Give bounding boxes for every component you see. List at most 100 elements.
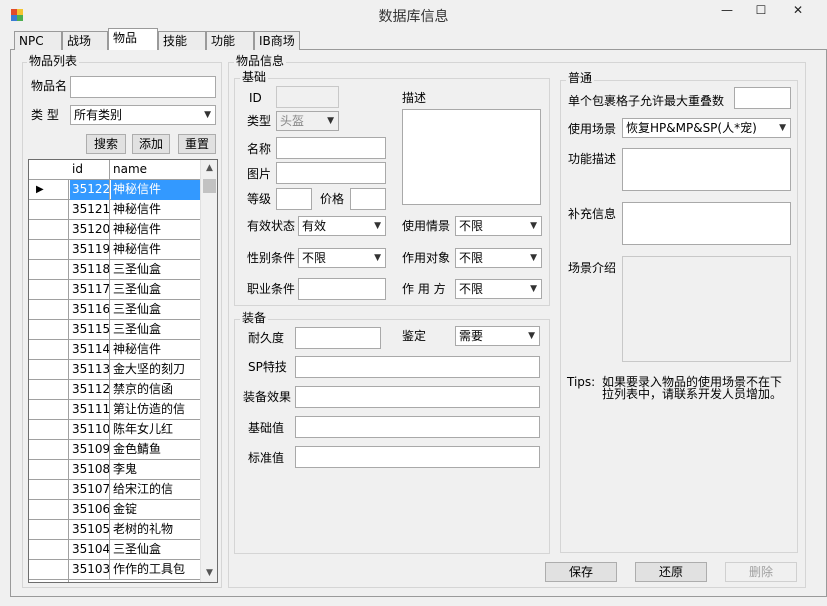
- scroll-down-icon[interactable]: ▼: [201, 565, 217, 582]
- base-value-field[interactable]: [295, 416, 540, 438]
- close-button[interactable]: ✕: [778, 0, 818, 22]
- cell-name[interactable]: 给宋江的信: [111, 480, 200, 500]
- column-header-name[interactable]: name: [111, 160, 200, 180]
- extra-info-textarea[interactable]: [622, 202, 791, 245]
- durability-field[interactable]: [295, 327, 381, 349]
- tab-skills[interactable]: 技能: [158, 31, 206, 50]
- cell-name[interactable]: 第让仿造的信: [111, 400, 200, 420]
- func-desc-textarea[interactable]: [622, 148, 791, 191]
- target-select[interactable]: 不限 ▼: [455, 248, 542, 268]
- cell-name[interactable]: 李鬼: [111, 460, 200, 480]
- grid-scrollbar[interactable]: ▲ ▼: [200, 160, 217, 582]
- restore-button[interactable]: 还原: [635, 562, 707, 582]
- cell-id[interactable]: 35106: [70, 500, 110, 520]
- sp-skill-field[interactable]: [295, 356, 540, 378]
- scroll-thumb[interactable]: [203, 179, 216, 193]
- cell-id[interactable]: 35108: [70, 460, 110, 480]
- table-row[interactable]: 35113 金大坚的刻刀: [29, 360, 200, 380]
- cell-name[interactable]: 三圣仙盒: [111, 260, 200, 280]
- cell-name[interactable]: 金大坚的刻刀: [111, 360, 200, 380]
- identify-select[interactable]: 需要 ▼: [455, 326, 540, 346]
- cell-name[interactable]: 三圣仙盒: [111, 320, 200, 340]
- cell-id[interactable]: 35103: [70, 560, 110, 580]
- image-field[interactable]: [276, 162, 386, 184]
- cell-name[interactable]: 神秘信件: [111, 220, 200, 240]
- add-button[interactable]: 添加: [132, 134, 170, 154]
- max-stack-field[interactable]: [734, 87, 791, 109]
- column-header-id[interactable]: id: [70, 160, 110, 180]
- table-row[interactable]: 35116 三圣仙盒: [29, 300, 200, 320]
- table-row[interactable]: 35107 给宋江的信: [29, 480, 200, 500]
- cell-id[interactable]: 35116: [70, 300, 110, 320]
- cell-name[interactable]: 三圣仙盒: [111, 300, 200, 320]
- tab-battlefield[interactable]: 战场: [62, 31, 108, 50]
- use-scene-general-select[interactable]: 恢复HP&MP&SP(人*宠) ▼: [622, 118, 791, 138]
- valid-status-select[interactable]: 有效 ▼: [298, 216, 386, 236]
- reset-button[interactable]: 重置: [178, 134, 216, 154]
- cell-id[interactable]: 35109: [70, 440, 110, 460]
- table-row[interactable]: 35108 李鬼: [29, 460, 200, 480]
- table-row[interactable]: 35122 神秘信件: [29, 180, 200, 200]
- tab-functions[interactable]: 功能: [206, 31, 254, 50]
- table-row[interactable]: 35121 神秘信件: [29, 200, 200, 220]
- table-row[interactable]: 35120 神秘信件: [29, 220, 200, 240]
- table-row[interactable]: 35111 第让仿造的信: [29, 400, 200, 420]
- cell-id[interactable]: 35117: [70, 280, 110, 300]
- cell-name[interactable]: 金锭: [111, 500, 200, 520]
- table-row[interactable]: 35110 陈年女儿红: [29, 420, 200, 440]
- standard-value-field[interactable]: [295, 446, 540, 468]
- cell-id[interactable]: 35105: [70, 520, 110, 540]
- cell-id[interactable]: 35122: [70, 180, 110, 200]
- cell-id[interactable]: 35121: [70, 200, 110, 220]
- cell-name[interactable]: 神秘信件: [111, 240, 200, 260]
- item-type-select[interactable]: 所有类别 ▼: [70, 105, 216, 125]
- tab-items[interactable]: 物品: [108, 28, 158, 50]
- cell-name[interactable]: 三圣仙盒: [111, 280, 200, 300]
- tab-npc[interactable]: NPC: [14, 31, 62, 50]
- cell-name[interactable]: 神秘信件: [111, 180, 200, 200]
- item-name-input[interactable]: [70, 76, 216, 98]
- level-field[interactable]: [276, 188, 312, 210]
- cell-id[interactable]: 35120: [70, 220, 110, 240]
- tab-ib-mall[interactable]: IB商场: [254, 31, 300, 50]
- cell-id[interactable]: 35113: [70, 360, 110, 380]
- cell-id[interactable]: 35110: [70, 420, 110, 440]
- table-row[interactable]: 35104 三圣仙盒: [29, 540, 200, 560]
- cell-id[interactable]: 35111: [70, 400, 110, 420]
- price-field[interactable]: [350, 188, 386, 210]
- cell-id[interactable]: 35107: [70, 480, 110, 500]
- item-grid[interactable]: id name ▶ 35122 神秘信件 35121 神秘信件 35120 神秘信件 351…: [28, 159, 218, 583]
- cell-id[interactable]: 35112: [70, 380, 110, 400]
- table-row[interactable]: 35112 禁京的信函: [29, 380, 200, 400]
- save-button[interactable]: 保存: [545, 562, 617, 582]
- cell-name[interactable]: 金色鲭鱼: [111, 440, 200, 460]
- scroll-up-icon[interactable]: ▲: [201, 160, 217, 177]
- table-row[interactable]: 35118 三圣仙盒: [29, 260, 200, 280]
- table-row[interactable]: 35105 老树的礼物: [29, 520, 200, 540]
- table-row[interactable]: 35117 三圣仙盒: [29, 280, 200, 300]
- table-row[interactable]: 35103 作作的工具包: [29, 560, 200, 580]
- cell-name[interactable]: 神秘信件: [111, 340, 200, 360]
- table-row[interactable]: 35114 神秘信件: [29, 340, 200, 360]
- equip-effect-field[interactable]: [295, 386, 540, 408]
- cell-name[interactable]: 神秘信件: [111, 200, 200, 220]
- cell-name[interactable]: 作作的工具包: [111, 560, 200, 580]
- table-row[interactable]: 35119 神秘信件: [29, 240, 200, 260]
- description-textarea[interactable]: [402, 109, 541, 205]
- table-row[interactable]: 35109 金色鲭鱼: [29, 440, 200, 460]
- table-row[interactable]: 35115 三圣仙盒: [29, 320, 200, 340]
- cell-id[interactable]: 35115: [70, 320, 110, 340]
- cell-name[interactable]: 老树的礼物: [111, 520, 200, 540]
- name-field[interactable]: [276, 137, 386, 159]
- minimize-button[interactable]: —: [708, 0, 746, 22]
- cell-name[interactable]: 三圣仙盒: [111, 540, 200, 560]
- job-field[interactable]: [298, 278, 386, 300]
- use-scene-select[interactable]: 不限 ▼: [455, 216, 542, 236]
- cell-id[interactable]: 35114: [70, 340, 110, 360]
- cell-name[interactable]: 禁京的信函: [111, 380, 200, 400]
- maximize-button[interactable]: ☐: [742, 0, 780, 22]
- cell-id[interactable]: 35119: [70, 240, 110, 260]
- search-button[interactable]: 搜索: [86, 134, 126, 154]
- table-row[interactable]: 35106 金锭: [29, 500, 200, 520]
- cell-name[interactable]: 陈年女儿红: [111, 420, 200, 440]
